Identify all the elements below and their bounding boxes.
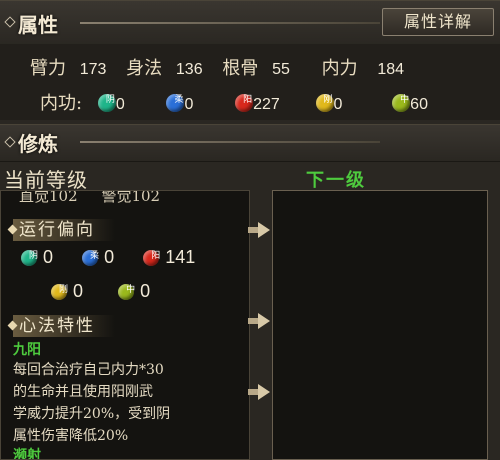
rou-orb-icon: 柔 <box>166 94 185 112</box>
stat-label: 根骨 <box>222 58 259 79</box>
yang-orb-icon: 阳 <box>235 94 254 112</box>
neigong-value: 0 <box>115 96 125 113</box>
zhong-orb-icon: 中 <box>118 284 135 300</box>
direction-row-1: 阴0 柔0 阳 141 <box>21 247 195 268</box>
neigong-value: 60 <box>410 96 428 113</box>
stat-label: 臂力 <box>30 58 66 79</box>
trait-tag: 心法特性 <box>13 315 115 337</box>
stat-row: 臂力 173 身法 136 根骨 55 内力 184 <box>30 54 404 80</box>
next-level-label: 下一级 <box>306 170 366 191</box>
trait-desc-line: 的生命并且使用阳刚武 <box>13 384 153 400</box>
zhong-orb-icon: 中 <box>392 94 411 112</box>
yang-orb-icon: 阳 <box>143 250 160 266</box>
trait-desc-line: 每回合治疗自己内力*30 <box>13 362 164 378</box>
arrow-right-icon <box>258 313 270 329</box>
current-level-label: 当前等级 <box>4 168 88 192</box>
neigong-value: 0 <box>333 96 343 113</box>
stat-label: 身法 <box>126 58 163 79</box>
neigong-row: 内功: 阴0 柔0 阳 227 刚0 中 60 <box>40 89 428 115</box>
rou-orb-icon: 柔 <box>82 250 99 266</box>
direction-value: 141 <box>165 247 196 267</box>
stat-value: 184 <box>377 61 405 78</box>
stat-value: 173 <box>79 61 107 78</box>
header-rule <box>80 141 380 143</box>
yin-orb-icon: 阴 <box>21 250 38 266</box>
direction-value: 0 <box>43 247 54 267</box>
cultivation-header-band <box>0 124 500 162</box>
gang-orb-icon: 刚 <box>51 284 68 300</box>
trait-desc-line: 属性伤害降低20% <box>13 428 129 444</box>
stat-label: 内力 <box>321 58 358 79</box>
gang-orb-icon: 刚 <box>315 94 334 112</box>
stat-value: 136 <box>175 61 203 78</box>
trait-desc-line: 学威力提升20%，受到阴 <box>13 406 171 422</box>
header-rule <box>80 22 380 24</box>
direction-value: 0 <box>140 281 151 301</box>
arrow-right-icon <box>258 384 270 400</box>
direction-tag: 运行偏向 <box>13 219 115 241</box>
cultivation-title: 修炼 <box>18 132 58 156</box>
arrow-right-icon <box>258 222 270 238</box>
current-level-panel[interactable]: 直觉102 警觉102 运行偏向 阴0 柔0 阳 141 刚0 中0 心法特性 九… <box>0 190 250 460</box>
stat-value: 55 <box>272 61 290 78</box>
direction-value: 0 <box>73 281 84 301</box>
attribute-details-button[interactable]: 属性详解 <box>382 8 494 36</box>
partial-stats-text: 直觉102 警觉102 <box>19 190 161 205</box>
direction-value: 0 <box>104 247 115 267</box>
yin-orb-icon: 阴 <box>97 94 116 112</box>
next-level-panel[interactable] <box>272 190 488 460</box>
neigong-value: 0 <box>184 96 194 113</box>
neigong-label: 内功: <box>40 93 83 114</box>
direction-row-2: 刚0 中0 <box>51 281 150 302</box>
trait-name: 九阳 <box>13 342 41 358</box>
neigong-value: 227 <box>253 96 280 113</box>
attributes-title: 属性 <box>18 13 58 37</box>
